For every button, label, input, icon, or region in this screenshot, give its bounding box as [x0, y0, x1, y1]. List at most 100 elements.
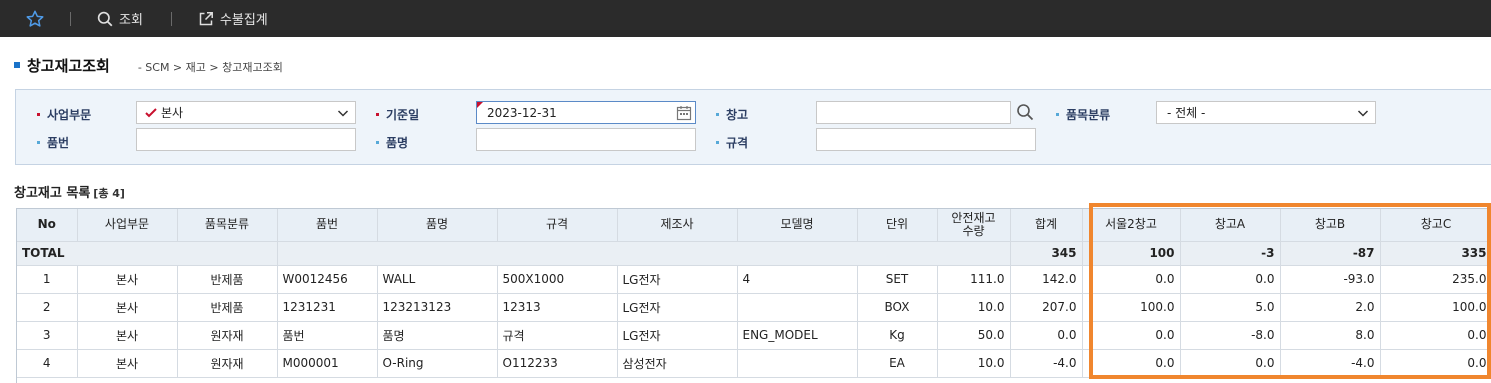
- item-class-select[interactable]: - 전체 -: [1156, 101, 1376, 124]
- calendar-icon[interactable]: [676, 105, 692, 121]
- cell-seoul2[interactable]: 0.0: [1082, 349, 1181, 378]
- required-marker: [376, 113, 379, 116]
- cell-safety-stock[interactable]: 50.0: [937, 321, 1011, 350]
- favorite-button[interactable]: [0, 0, 70, 37]
- cell-model[interactable]: 4: [737, 265, 858, 294]
- export-button-label: 수불집계: [219, 13, 268, 28]
- cell-unit[interactable]: SET: [857, 265, 938, 294]
- cell-business[interactable]: 본사: [77, 265, 178, 294]
- cell-warehouse-a[interactable]: 0.0: [1180, 349, 1281, 378]
- cell-unit[interactable]: EA: [857, 349, 938, 378]
- cell-item-name[interactable]: O-Ring: [377, 349, 498, 378]
- table-row[interactable]: 2 본사 반제품 1231231 123213123 12313 LG전자 BO…: [17, 293, 1491, 322]
- cell-sum[interactable]: 142.0: [1010, 265, 1083, 294]
- cell-seoul2[interactable]: 0.0: [1082, 265, 1181, 294]
- cell-item-class[interactable]: 원자재: [177, 349, 278, 378]
- col-header-business[interactable]: 사업부문: [77, 209, 178, 242]
- table-row[interactable]: 3 본사 원자재 품번 품명 규격 LG전자 ENG_MODEL Kg 50.0…: [17, 321, 1491, 350]
- item-name-input[interactable]: [476, 128, 696, 151]
- col-header-sum[interactable]: 합계: [1010, 209, 1083, 242]
- cell-item-no[interactable]: M000001: [277, 349, 378, 378]
- col-header-warehouse-b[interactable]: 창고B: [1280, 209, 1381, 242]
- cell-item-no[interactable]: W0012456: [277, 265, 378, 294]
- cell-maker[interactable]: LG전자: [617, 321, 738, 350]
- export-button[interactable]: 수불집계: [172, 0, 296, 37]
- col-header-warehouse-c[interactable]: 창고C: [1380, 209, 1491, 242]
- cell-warehouse-b[interactable]: -4.0: [1280, 349, 1381, 378]
- optional-marker: [716, 113, 719, 116]
- col-header-safety-stock[interactable]: 안전재고 수량: [937, 209, 1011, 242]
- cell-safety-stock[interactable]: 111.0: [937, 265, 1011, 294]
- required-marker: [37, 113, 40, 116]
- cell-warehouse-c[interactable]: 0.0: [1380, 321, 1491, 350]
- total-seoul2: 100: [1082, 241, 1181, 266]
- col-header-spec[interactable]: 규격: [497, 209, 618, 242]
- cell-no[interactable]: 1: [17, 265, 78, 294]
- warehouse-search-icon[interactable]: [1016, 103, 1034, 121]
- cell-spec[interactable]: 500X1000: [497, 265, 618, 294]
- col-header-maker[interactable]: 제조사: [617, 209, 738, 242]
- cell-spec[interactable]: O112233: [497, 349, 618, 378]
- item-no-input[interactable]: [136, 128, 356, 151]
- cell-item-class[interactable]: 반제품: [177, 265, 278, 294]
- cell-safety-stock[interactable]: 10.0: [937, 349, 1011, 378]
- cell-safety-stock[interactable]: 10.0: [937, 293, 1011, 322]
- cell-business[interactable]: 본사: [77, 321, 178, 350]
- cell-warehouse-b[interactable]: 8.0: [1280, 321, 1381, 350]
- cell-unit[interactable]: BOX: [857, 293, 938, 322]
- cell-item-name[interactable]: 품명: [377, 321, 498, 350]
- cell-sum[interactable]: 0.0: [1010, 321, 1083, 350]
- cell-no[interactable]: 3: [17, 321, 78, 350]
- cell-spec[interactable]: 규격: [497, 321, 618, 350]
- cell-item-name[interactable]: WALL: [377, 265, 498, 294]
- table-row[interactable]: 4 본사 원자재 M000001 O-Ring O112233 삼성전자 EA …: [17, 349, 1491, 378]
- cell-no[interactable]: 4: [17, 349, 78, 378]
- cell-business[interactable]: 본사: [77, 293, 178, 322]
- search-button[interactable]: 조회: [71, 0, 171, 37]
- cell-warehouse-c[interactable]: 100.0: [1380, 293, 1491, 322]
- search-button-label: 조회: [119, 13, 143, 28]
- cell-item-no[interactable]: 1231231: [277, 293, 378, 322]
- cell-maker[interactable]: 삼성전자: [617, 349, 738, 378]
- warehouse-input[interactable]: [816, 101, 1011, 124]
- cell-seoul2[interactable]: 100.0: [1082, 293, 1181, 322]
- business-select[interactable]: 본사: [136, 101, 356, 124]
- item-class-select-value: - 전체 -: [1167, 106, 1206, 120]
- cell-item-class[interactable]: 반제품: [177, 293, 278, 322]
- cell-model[interactable]: [737, 293, 858, 322]
- col-header-item-name[interactable]: 품명: [377, 209, 498, 242]
- cell-seoul2[interactable]: 0.0: [1082, 321, 1181, 350]
- cell-no[interactable]: 2: [17, 293, 78, 322]
- cell-sum[interactable]: 207.0: [1010, 293, 1083, 322]
- cell-item-no[interactable]: 품번: [277, 321, 378, 350]
- col-header-warehouse-a[interactable]: 창고A: [1180, 209, 1281, 242]
- spec-input[interactable]: [816, 128, 1036, 151]
- cell-maker[interactable]: LG전자: [617, 293, 738, 322]
- cell-model[interactable]: ENG_MODEL: [737, 321, 858, 350]
- col-header-item-class[interactable]: 품목분류: [177, 209, 278, 242]
- col-header-unit[interactable]: 단위: [857, 209, 938, 242]
- cell-warehouse-a[interactable]: -8.0: [1180, 321, 1281, 350]
- cell-warehouse-c[interactable]: 0.0: [1380, 349, 1491, 378]
- cell-spec[interactable]: 12313: [497, 293, 618, 322]
- cell-item-name[interactable]: 123213123: [377, 293, 498, 322]
- col-header-model[interactable]: 모델명: [737, 209, 858, 242]
- cell-item-class[interactable]: 원자재: [177, 321, 278, 350]
- cell-warehouse-b[interactable]: -93.0: [1280, 265, 1381, 294]
- cell-warehouse-a[interactable]: 5.0: [1180, 293, 1281, 322]
- col-header-seoul2[interactable]: 서울2창고: [1082, 209, 1181, 242]
- col-header-item-no[interactable]: 품번: [277, 209, 378, 242]
- cell-warehouse-a[interactable]: 0.0: [1180, 265, 1281, 294]
- base-date-input[interactable]: 2023-12-31: [476, 101, 696, 124]
- cell-sum[interactable]: -4.0: [1010, 349, 1083, 378]
- table-row[interactable]: 1 본사 반제품 W0012456 WALL 500X1000 LG전자 4 S…: [17, 265, 1491, 294]
- cell-warehouse-c[interactable]: 235.0: [1380, 265, 1491, 294]
- star-icon: [26, 10, 44, 27]
- cell-warehouse-b[interactable]: 2.0: [1280, 293, 1381, 322]
- cell-business[interactable]: 본사: [77, 349, 178, 378]
- cell-maker[interactable]: LG전자: [617, 265, 738, 294]
- optional-marker: [1056, 113, 1059, 116]
- col-header-no[interactable]: No: [17, 209, 78, 242]
- cell-model[interactable]: [737, 349, 858, 378]
- cell-unit[interactable]: Kg: [857, 321, 938, 350]
